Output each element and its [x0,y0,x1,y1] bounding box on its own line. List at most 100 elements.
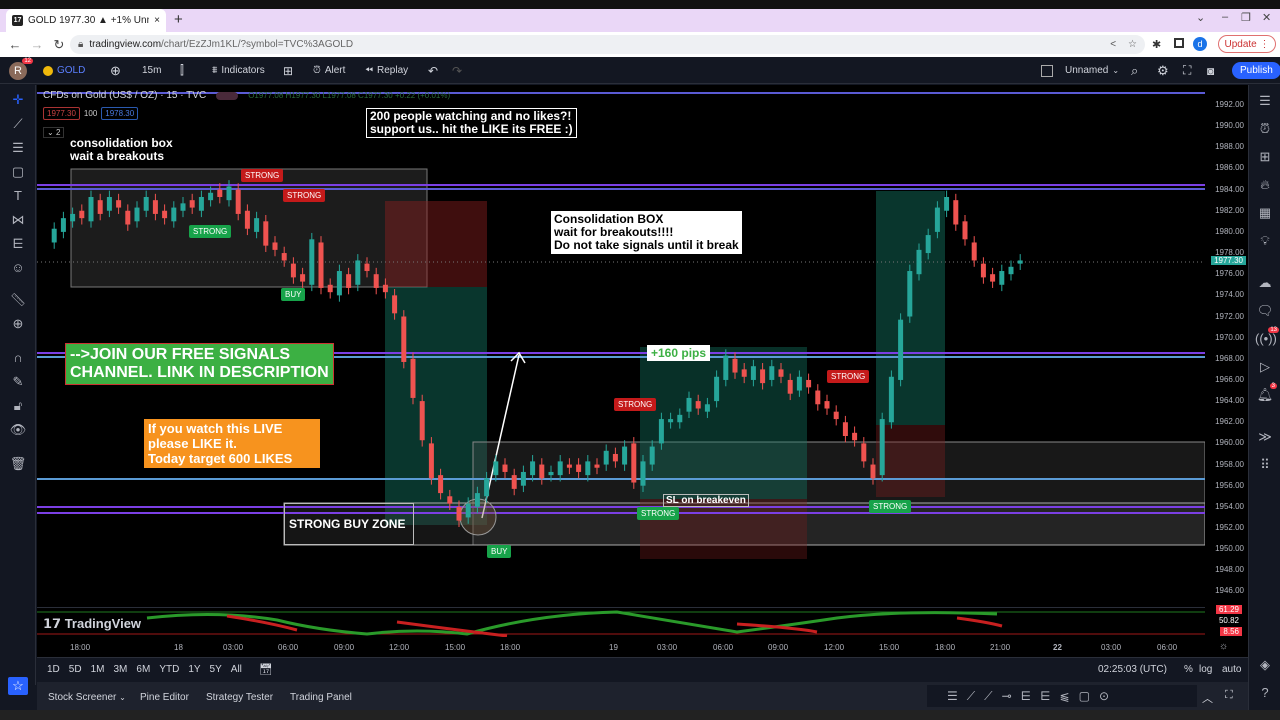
percent-scale-toggle[interactable]: % [1184,664,1193,675]
indicators-button[interactable]: ⩩ Indicators [212,57,265,84]
magnet-icon[interactable]: ∩ [8,349,28,367]
zoom-in-icon[interactable]: ⊕ [8,315,28,333]
messages-icon[interactable]: 🗨︎ [1255,303,1275,323]
tab-search-icon[interactable]: ⌄ [1196,11,1205,24]
price-axis[interactable]: 1992.00 1990.00 1988.00 1986.00 1984.00 1982.… [1205,85,1248,635]
rectangle-tool-icon[interactable]: ▢ [1079,689,1090,703]
maximize-panel-icon[interactable]: ⛶ [1225,689,1233,702]
templates-icon[interactable]: ⊞ [283,57,293,84]
series-title[interactable]: CFDs on Gold (US$ / OZ) · 15 · TVC [43,90,206,101]
fib-tool-icon[interactable]: ☰ [947,689,958,703]
parallel-channel-icon[interactable]: ⋿ [1021,689,1031,703]
utc-clock[interactable]: 02:25:03 (UTC) [1098,664,1167,675]
search-icon[interactable]: ⌕ [1131,57,1138,84]
lock-icon[interactable]: 🔓︎ [8,397,28,415]
update-button[interactable]: Update ⋮ [1218,35,1276,53]
calendar-icon[interactable]: ▦ [1255,205,1275,225]
trash-icon[interactable]: 🗑︎ [8,455,28,473]
publish-button[interactable]: Publish [1232,62,1280,79]
symbol-search[interactable]: GOLD [43,57,85,84]
range-button-6m[interactable]: 6M [136,664,150,675]
chart-canvas[interactable]: CFDs on Gold (US$ / OZ) · 15 · TVC O1977… [37,85,1205,607]
favorites-star-icon[interactable]: ☆ [8,677,28,695]
collapse-indicators-button[interactable]: ⌄ 2 [43,127,65,138]
trend-line-icon[interactable]: ⟋ [8,115,28,133]
profile-avatar[interactable]: d [1193,37,1207,51]
tab-strategy-tester[interactable]: Strategy Tester [206,692,273,703]
lock-drawing-icon[interactable]: ✎ [8,373,28,391]
streams-icon[interactable]: ((•)) 13 [1255,327,1279,351]
playback-icon[interactable]: ▷ [1255,359,1275,379]
pattern-icon[interactable]: ⋈ [8,211,28,229]
interval-button[interactable]: 15m [142,57,161,84]
notifications-bell-icon[interactable]: 🔔︎ 3 [1255,383,1277,407]
ruler-icon[interactable]: 📏︎ [8,291,28,309]
redo-icon[interactable]: ↷ [452,57,462,84]
text-tool-icon[interactable]: T [8,187,28,205]
regression-icon[interactable]: ⋿ [1040,689,1050,703]
emoji-icon[interactable]: ☺ [8,259,28,277]
legend-toggle[interactable] [216,91,239,100]
restore-icon[interactable]: ❐ [1241,11,1251,24]
back-icon[interactable]: ← [4,37,26,52]
chats-cloud-icon[interactable]: ☁ [1255,275,1275,295]
camera-snapshot-icon[interactable]: ◙ [1207,57,1214,84]
help-icon[interactable]: ? [1255,685,1275,705]
line-tool-icon[interactable]: ⟋ [967,689,975,704]
range-button-5y[interactable]: 5Y [210,664,222,675]
fullscreen-icon[interactable]: ⛶ [1183,57,1191,84]
time-axis[interactable]: 18:00 18 03:00 06:00 09:00 12:00 15:00 18:00 19 0… [37,637,1248,657]
forward-icon[interactable]: → [26,37,48,52]
goto-date-icon[interactable]: 📅︎ [259,663,273,676]
alerts-clock-icon[interactable]: ⏰︎ [1255,121,1275,141]
crosshair-icon[interactable]: ✛ [8,91,28,109]
replay-button[interactable]: ⏪︎ Replay [365,57,408,84]
user-avatar[interactable]: R 12 [9,57,33,80]
hotlists-fire-icon[interactable]: 🔥︎ [1255,177,1275,197]
tab-pine-editor[interactable]: Pine Editor [140,692,189,703]
range-button-3m[interactable]: 3M [114,664,128,675]
address-bar[interactable]: 🔒︎ tradingview.com/chart/EzZJm1KL/?symbo… [70,35,1145,54]
reload-icon[interactable]: ↻ [48,37,70,53]
object-tree-icon[interactable]: ⠿ [1255,457,1275,477]
undo-icon[interactable]: ↶ [428,57,438,84]
range-button-1y[interactable]: 1Y [188,664,200,675]
tab-stock-screener[interactable]: Stock Screener ⌄ [48,692,126,703]
side-panel-icon[interactable] [1174,38,1184,48]
pitchfork-icon[interactable]: ⫹ [1060,689,1070,703]
hide-eye-icon[interactable]: 👁︎ [8,421,28,439]
compare-add-icon[interactable]: ⊕ [110,57,121,84]
new-tab-button[interactable]: + [174,11,183,28]
axis-settings-icon[interactable]: ☼ [1219,641,1228,652]
buy-price-button[interactable]: 1978.30 [101,107,139,120]
range-button-all[interactable]: All [231,664,242,675]
alert-button[interactable]: ⏰︎ Alert [313,57,345,84]
range-button-ytd[interactable]: YTD [159,664,179,675]
ideas-bulb-icon[interactable]: 💡︎ [1255,233,1275,253]
bookmark-star-icon[interactable]: ☆ [1128,39,1137,50]
collapse-panel-icon[interactable]: ︿ [1202,690,1213,706]
range-button-1m[interactable]: 1M [91,664,105,675]
log-scale-toggle[interactable]: log [1199,664,1212,675]
range-button-5d[interactable]: 5D [69,664,82,675]
settings-gear-icon[interactable]: ⚙ [1157,57,1169,84]
ray-tool-icon[interactable]: ⟋ [984,689,992,704]
extensions-icon[interactable]: ✱ [1152,38,1161,51]
sell-price-button[interactable]: 1977.30 [43,107,80,120]
tab-trading-panel[interactable]: Trading Panel [290,692,352,703]
prediction-icon[interactable]: ⋿ [8,235,28,253]
fib-retracement-icon[interactable]: ☰ [8,139,28,157]
layout-menu[interactable]: Unnamed ⌄ [1041,57,1119,84]
watchlist-icon[interactable]: ☰ [1255,93,1275,113]
dom-icon[interactable]: ≫ [1255,429,1275,449]
horizontal-line-icon[interactable]: ⊸ [1002,689,1012,703]
share-icon[interactable]: < [1110,39,1116,50]
layers-icon[interactable]: ◈ [1255,657,1275,677]
range-button-1d[interactable]: 1D [47,664,60,675]
auto-scale-toggle[interactable]: auto [1222,664,1241,675]
tab-close-icon[interactable]: × [154,15,160,26]
minimize-icon[interactable]: – [1222,11,1228,23]
circle-tool-icon[interactable]: ⊙ [1099,689,1109,703]
rectangle-icon[interactable]: ▢ [8,163,28,181]
browser-tab[interactable]: 17 GOLD 1977.30 ▲ +1% Unn × [6,9,166,32]
